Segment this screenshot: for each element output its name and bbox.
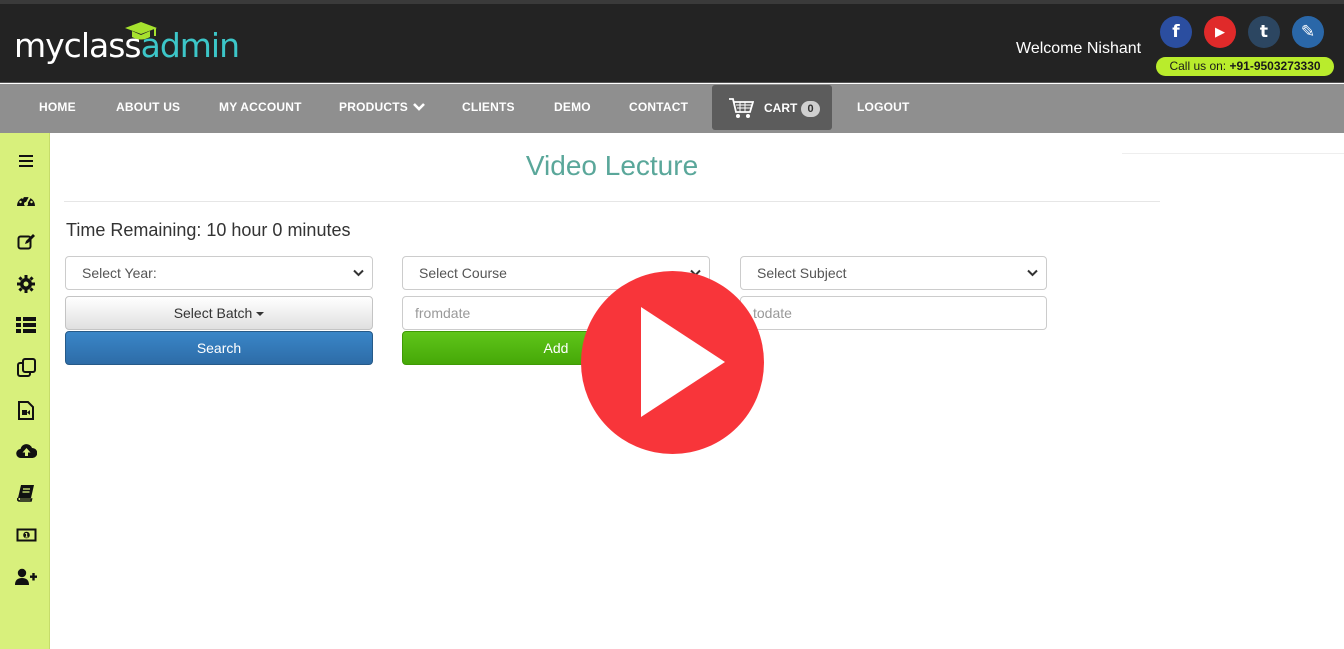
menu-icon[interactable] [15,150,37,172]
edit-icon[interactable]: ✎ [1292,16,1324,48]
chevron-down-icon [413,103,426,111]
chevron-down-icon [353,269,364,277]
call-us-prefix: Call us on: [1169,59,1230,73]
time-remaining: Time Remaining: 10 hour 0 minutes [66,220,351,240]
facebook-icon[interactable]: f [1160,16,1192,48]
todate-input[interactable]: todate [740,296,1047,330]
video-file-icon[interactable] [15,399,37,421]
select-subject-value: Select Subject [757,265,847,281]
youtube-icon[interactable]: ▶ [1204,16,1236,48]
select-batch-button[interactable]: Select Batch [65,296,373,330]
todate-placeholder: todate [753,305,792,321]
select-year-value: Select Year: [82,265,157,281]
title-divider [64,201,1160,202]
settings-icon[interactable] [15,273,37,295]
graduation-cap-icon [125,22,157,40]
cart-button[interactable]: CART 0 [712,85,832,130]
cart-icon [729,98,754,118]
add-user-icon[interactable] [15,566,37,588]
edit-icon[interactable] [15,231,37,253]
main-nav: HOME ABOUT US MY ACCOUNT PRODUCTS CLIENT… [0,84,1344,133]
nav-about-us[interactable]: ABOUT US [116,84,180,133]
nav-products-label: PRODUCTS [339,100,408,114]
phone-number[interactable]: +91-9503273330 [1229,59,1320,73]
nav-logout[interactable]: LOGOUT [857,84,910,133]
chevron-down-icon [1027,269,1038,277]
nav-contact[interactable]: CONTACT [629,84,688,133]
nav-clients[interactable]: CLIENTS [462,84,515,133]
cart-count-badge: 0 [801,101,820,117]
select-batch-label: Select Batch [173,305,253,321]
book-icon[interactable] [15,482,37,504]
site-header: myclassadmin Welcome Nishant f ▶ t ✎ Cal… [0,4,1344,83]
select-year[interactable]: Select Year: [65,256,373,290]
page-title: Video Lecture [525,150,699,181]
nav-demo[interactable]: DEMO [554,84,591,133]
nav-my-account[interactable]: MY ACCOUNT [219,84,302,133]
play-icon [641,307,725,417]
play-button[interactable] [581,271,764,454]
fromdate-placeholder: fromdate [415,305,471,321]
logo-text-part1: myclass [14,26,142,65]
cart-label: CART [764,101,798,115]
search-button[interactable]: Search [65,331,373,365]
money-icon[interactable]: 1 [15,524,37,546]
welcome-text: Welcome Nishant [1016,40,1142,57]
caret-down-icon [256,312,265,317]
sidebar: 1 [0,133,50,649]
nav-products[interactable]: PRODUCTS [339,84,426,133]
cloud-upload-icon[interactable] [15,440,37,462]
copy-icon[interactable] [15,356,37,378]
site-logo[interactable]: myclassadmin [14,22,240,72]
select-subject[interactable]: Select Subject [740,256,1047,290]
list-icon[interactable] [15,314,37,336]
tumblr-icon[interactable]: t [1248,16,1280,48]
select-course-value: Select Course [419,265,507,281]
dashboard-icon[interactable] [15,189,37,211]
call-us-badge: Call us on: +91-9503273330 [1156,57,1334,76]
svg-text:1: 1 [24,532,28,539]
nav-home[interactable]: HOME [39,84,76,133]
